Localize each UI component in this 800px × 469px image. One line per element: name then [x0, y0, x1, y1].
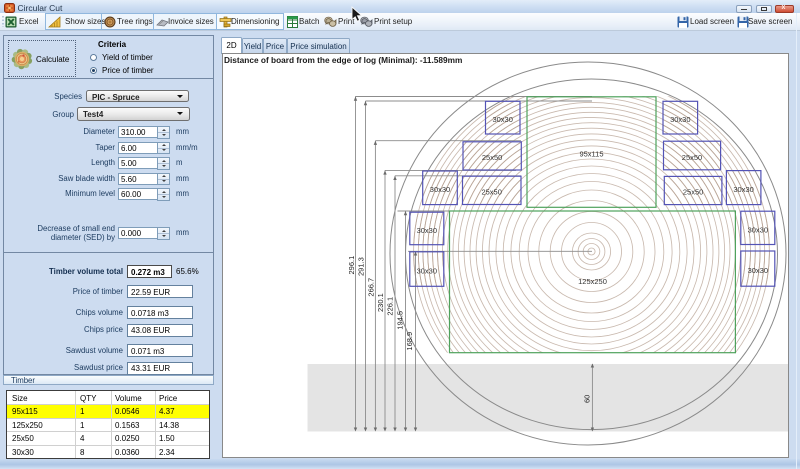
svg-text:60: 60	[582, 395, 591, 403]
svg-text:194.5: 194.5	[395, 311, 404, 330]
svg-text:25x50: 25x50	[682, 153, 702, 162]
svg-text:30x30: 30x30	[417, 226, 437, 235]
svg-text:25x50: 25x50	[683, 188, 703, 197]
svg-text:230.1: 230.1	[376, 293, 385, 312]
svg-text:168.9: 168.9	[405, 332, 414, 351]
svg-text:296.1: 296.1	[347, 256, 356, 275]
svg-text:Distance of board from the edg: Distance of board from the edge of log (…	[224, 55, 462, 65]
svg-text:30x30: 30x30	[748, 266, 768, 275]
svg-text:226.1: 226.1	[386, 297, 395, 316]
svg-text:30x30: 30x30	[417, 267, 437, 276]
svg-text:30x30: 30x30	[733, 185, 753, 194]
svg-text:25x50: 25x50	[481, 188, 501, 197]
svg-text:25x50: 25x50	[482, 153, 502, 162]
svg-text:291.3: 291.3	[357, 257, 366, 276]
svg-text:125x250: 125x250	[578, 277, 607, 286]
svg-text:30x30: 30x30	[670, 115, 690, 124]
svg-text:95x115: 95x115	[579, 150, 603, 159]
svg-text:266.7: 266.7	[366, 278, 375, 297]
svg-text:30x30: 30x30	[430, 185, 450, 194]
svg-text:30x30: 30x30	[492, 115, 512, 124]
svg-text:30x30: 30x30	[748, 225, 768, 234]
